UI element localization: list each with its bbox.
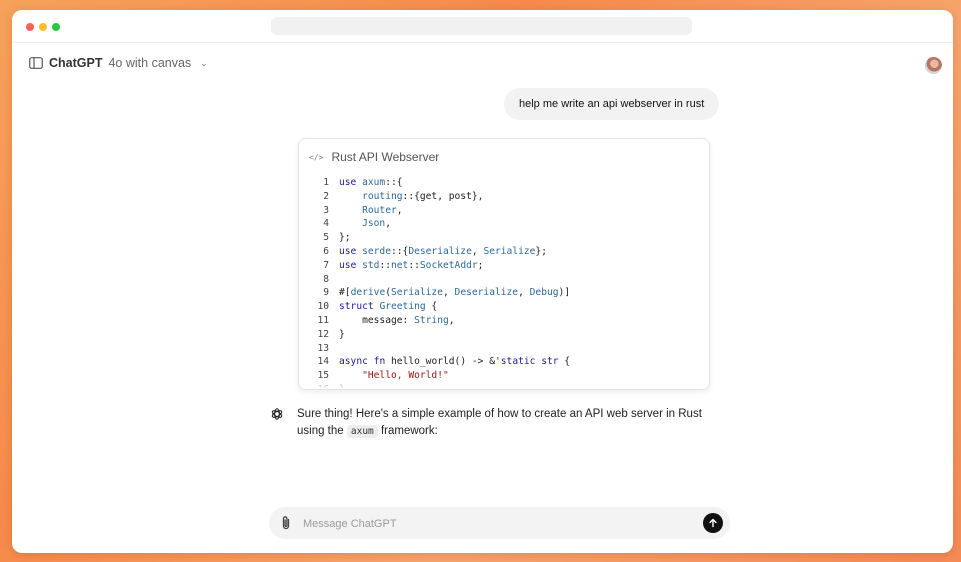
line-number: 1	[323, 177, 329, 188]
line-number: 5	[323, 232, 329, 244]
code-text: };	[339, 232, 351, 244]
code-line: 10 struct Greeting {	[311, 300, 570, 314]
code-text: struct Greeting {	[339, 301, 438, 313]
line-number: 3	[323, 204, 329, 216]
canvas-code-card[interactable]: </> Rust API Webserver 1 use axum::{2 rou…	[298, 138, 710, 390]
code-text: use serde::{Deserialize, Serialize};	[339, 245, 547, 257]
canvas-title: Rust API Webserver	[331, 150, 440, 164]
openai-logo-icon	[271, 408, 283, 420]
title-bar	[12, 10, 953, 43]
code-line: 3 Router,	[311, 204, 570, 218]
user-message-text: help me write an api webserver in rust	[519, 98, 705, 110]
maximize-window-button[interactable]	[52, 23, 60, 31]
line-number: 11	[317, 314, 329, 326]
code-text: Router,	[362, 204, 403, 216]
canvas-card-header: </> Rust API Webserver	[309, 150, 439, 164]
code-line: 4 Json,	[311, 217, 570, 231]
code-line: 6 use serde::{Deserialize, Serialize};	[311, 245, 570, 259]
code-text: use std::net::SocketAddr;	[339, 259, 484, 271]
model-variant: 4o with canvas	[108, 56, 192, 70]
code-line: 12}	[311, 328, 570, 342]
code-text: use axum::{	[339, 177, 403, 188]
paperclip-icon[interactable]	[279, 515, 293, 531]
line-number: 13	[317, 342, 329, 354]
model-selector[interactable]: ChatGPT 4o with canvas ⌄	[29, 54, 208, 72]
line-number: 6	[323, 245, 329, 257]
line-number: 8	[323, 273, 329, 285]
assistant-message-text: Sure thing! Here's a simple example of h…	[297, 406, 717, 440]
code-text: }	[339, 328, 345, 340]
code-line: 8	[311, 273, 570, 287]
code-line: 14 async fn hello_world() -> &'static str…	[311, 355, 570, 369]
message-input[interactable]	[301, 513, 685, 535]
code-text: routing::{get, post},	[362, 190, 484, 202]
line-number: 9	[323, 287, 329, 299]
code-line: 2 routing::{get, post},	[311, 190, 570, 204]
line-number: 2	[323, 190, 329, 202]
message-composer	[269, 507, 730, 539]
code-text: async fn hello_world() -> &'static str {	[339, 356, 571, 368]
line-number: 4	[323, 218, 329, 230]
code-fade	[299, 377, 709, 389]
code-line: 11 message: String,	[311, 314, 570, 328]
app-window: ChatGPT 4o with canvas ⌄ help me write a…	[12, 10, 953, 553]
chevron-down-icon: ⌄	[200, 57, 208, 68]
assistant-text-after: framework:	[377, 425, 438, 437]
code-line: 9 #[derive(Serialize, Deserialize, Debug)…	[311, 286, 570, 300]
minimize-window-button[interactable]	[39, 23, 47, 31]
model-name: ChatGPT	[49, 56, 103, 70]
line-number: 14	[317, 356, 329, 368]
user-message: help me write an api webserver in rust	[504, 88, 720, 120]
code-line: 7 use std::net::SocketAddr;	[311, 259, 570, 273]
code-text: #[derive(Serialize, Deserialize, Debug)]	[339, 287, 571, 299]
address-bar[interactable]	[271, 17, 692, 35]
code-line: 5};	[311, 231, 570, 245]
line-number: 10	[317, 301, 329, 313]
send-button[interactable]	[703, 513, 723, 533]
line-number: 7	[323, 259, 329, 271]
code-icon: </>	[309, 152, 324, 162]
code-line: 1 use axum::{	[311, 176, 570, 190]
close-window-button[interactable]	[26, 23, 34, 31]
inline-code: axum	[346, 425, 378, 438]
line-number: 12	[317, 328, 329, 340]
code-block: 1 use axum::{2 routing::{get, post}, 3 Rou…	[311, 176, 570, 389]
code-text: message: String,	[339, 314, 455, 326]
sidebar-toggle-icon[interactable]	[29, 57, 43, 69]
avatar[interactable]	[925, 57, 942, 74]
code-text: Json,	[362, 218, 391, 230]
code-line: 13	[311, 342, 570, 356]
arrow-up-icon	[709, 518, 717, 528]
